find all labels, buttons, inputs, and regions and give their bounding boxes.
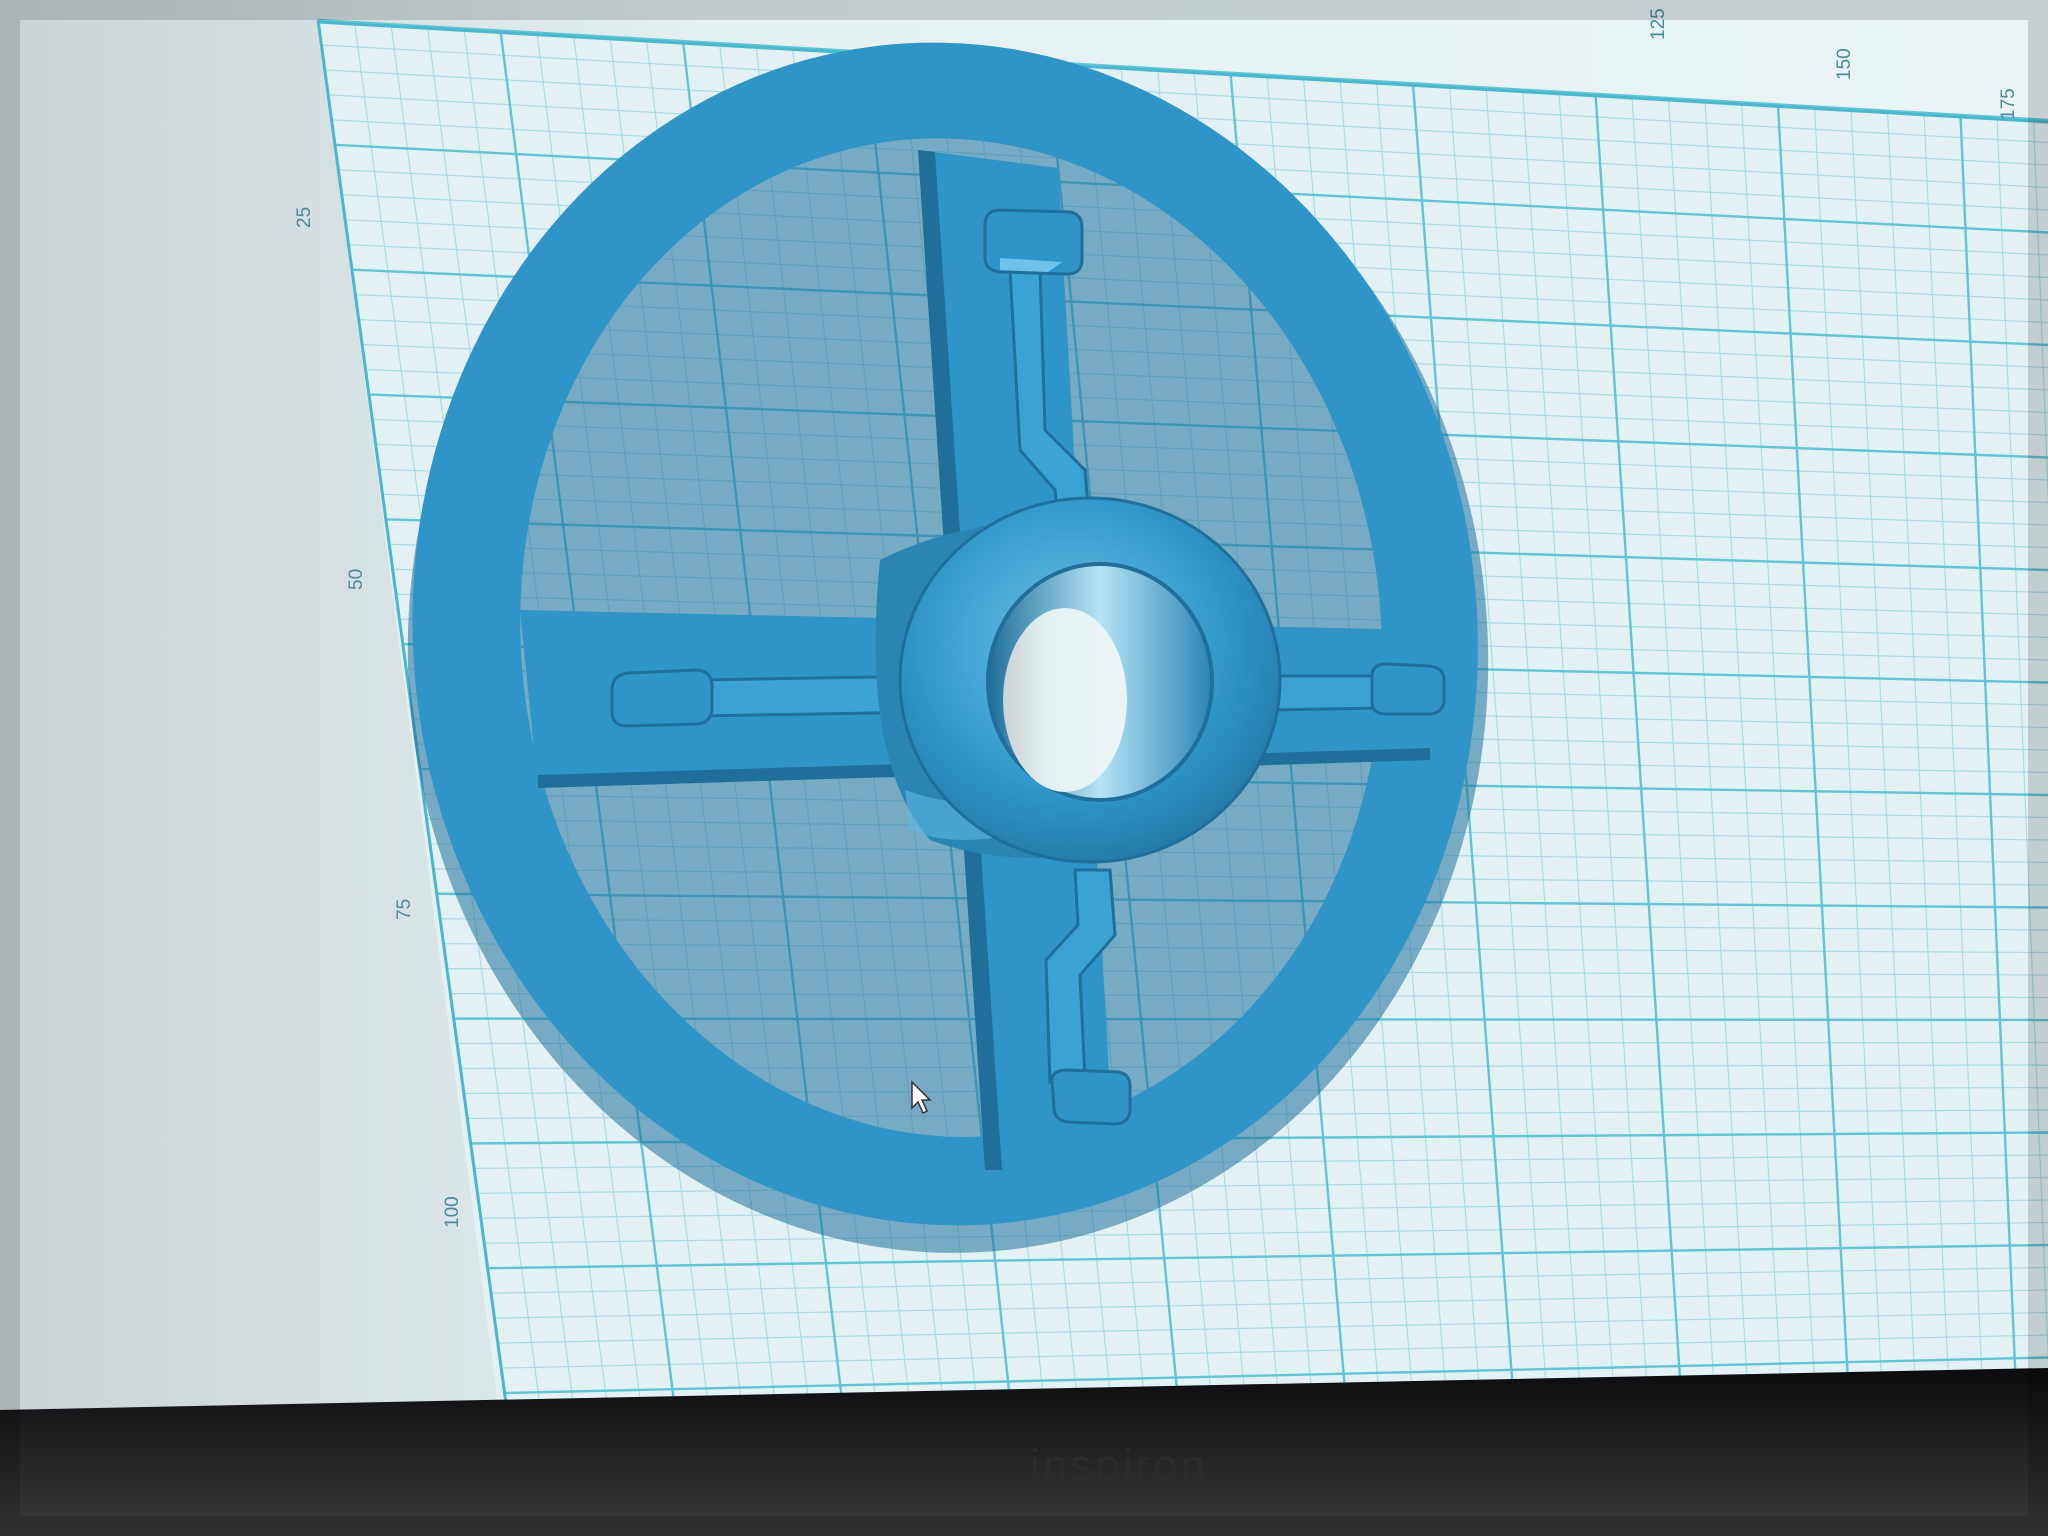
cad-viewport-photo: 125 150 175 25 50 75 100 inspiron [0, 0, 2048, 1536]
clip-tab-right [1370, 662, 1446, 716]
axis-label-25: 25 [294, 207, 315, 228]
axis-label-50: 50 [346, 569, 367, 590]
axis-label-100: 100 [442, 1196, 463, 1228]
clip-tab-left [610, 668, 714, 728]
axis-label-75: 75 [394, 899, 415, 920]
laptop-brand-logo: inspiron [1030, 1441, 1208, 1490]
axis-label-150: 150 [1834, 48, 1855, 80]
axis-label-175: 175 [1998, 88, 2019, 120]
clip-tab-bottom [1050, 1068, 1132, 1126]
clip-arm-right [1268, 674, 1382, 712]
